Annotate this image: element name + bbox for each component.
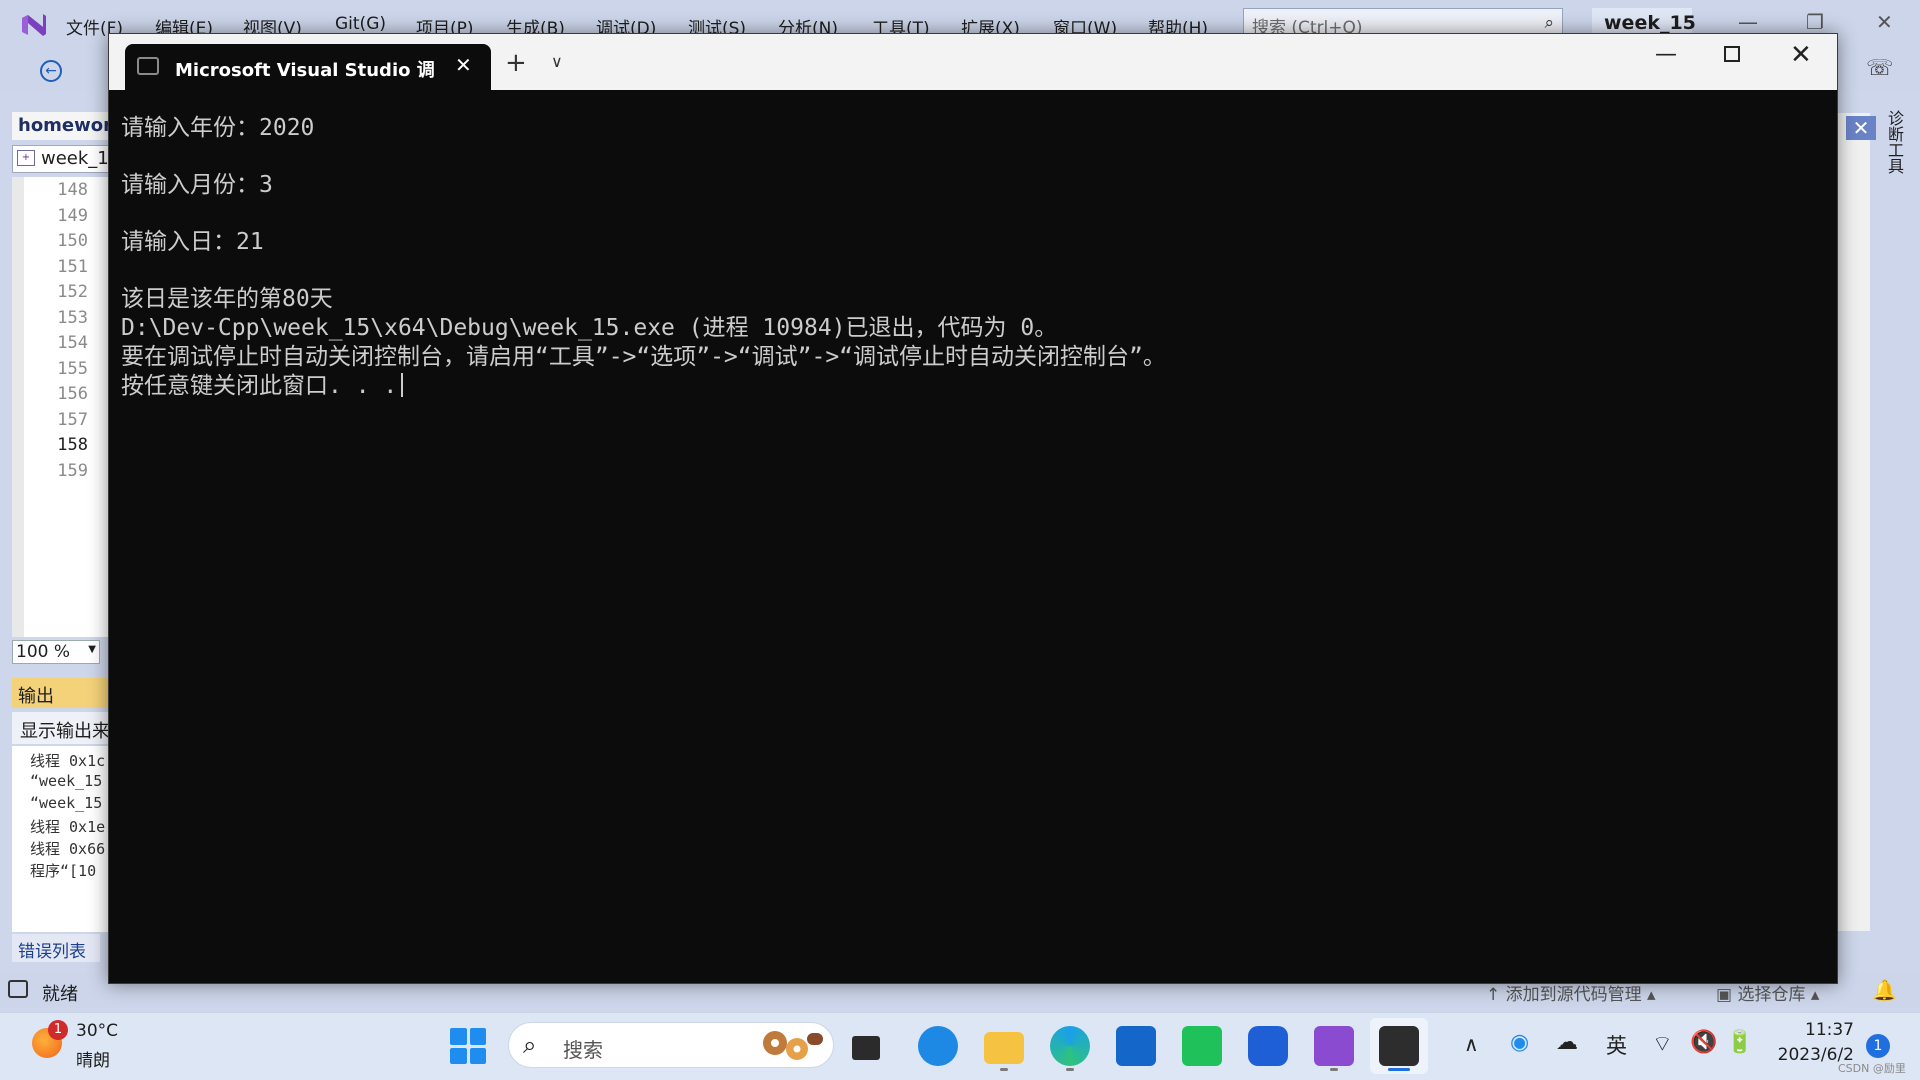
terminal-icon	[137, 57, 159, 75]
chevron-down-icon: ▼	[88, 644, 96, 655]
console-output[interactable]: 请输入年份：2020 请输入月份：3 请输入日：21 该日是该年的第80天 D:…	[121, 94, 1821, 974]
app-tray-icon[interactable]: ◉	[1510, 1030, 1529, 1055]
line-number: 148	[57, 180, 88, 200]
line-number: 153	[57, 307, 88, 328]
vs-minimize-icon[interactable]: —	[1738, 10, 1758, 34]
show-hidden-icons-chevron-icon[interactable]: ∧	[1464, 1032, 1479, 1056]
debug-console-window[interactable]: Microsoft Visual Studio 调试控制台 ✕ + ∨ — ✕ …	[108, 33, 1838, 984]
zoom-selector[interactable]: 100 % ▼	[12, 640, 100, 664]
vs-close-icon[interactable]: ✕	[1876, 10, 1893, 34]
select-repository-label: 选择仓库	[1737, 985, 1806, 1005]
vs-file-selector-label: week_1	[41, 148, 109, 169]
search-icon: ⌕	[523, 1031, 537, 1059]
new-tab-icon[interactable]: +	[505, 48, 527, 78]
output-panel[interactable]: 线程 0x1c “week_15 “week_15 线程 0x1e 线程 0x66 程序“…	[12, 746, 112, 932]
line-number: 157	[57, 409, 88, 430]
file-explorer-running-indicator	[1000, 1068, 1008, 1071]
console-prompt-text: 按任意键关闭此窗口. . .	[121, 373, 398, 399]
watermark-text: CSDN @励里	[1838, 1062, 1906, 1075]
wechat-app-icon[interactable]	[1182, 1026, 1222, 1066]
output-source-label[interactable]: 显示输出来	[12, 712, 112, 744]
onedrive-cloud-icon[interactable]: ☁	[1556, 1030, 1578, 1055]
output-line: “week_15	[30, 772, 103, 790]
windows-logo-tile	[450, 1047, 467, 1064]
output-panel-title: 输出	[12, 678, 112, 708]
lenovo-app-icon[interactable]	[1248, 1026, 1288, 1066]
add-to-source-control-label: 添加到源代码管理	[1505, 985, 1642, 1005]
visual-studio-running-indicator	[1330, 1068, 1338, 1071]
console-tab[interactable]: Microsoft Visual Studio 调试控制台 ✕	[125, 44, 491, 90]
output-line: 程序“[10	[30, 862, 97, 880]
weather-temperature[interactable]: 30°C	[76, 1021, 118, 1041]
taskbar	[0, 1012, 1920, 1080]
edge-app-icon[interactable]	[1050, 1026, 1090, 1066]
edge-legacy-app-icon[interactable]	[918, 1026, 958, 1066]
close-tab-icon[interactable]: ✕	[455, 53, 472, 77]
input-language-indicator[interactable]: 英	[1606, 1030, 1627, 1060]
output-line: 线程 0x66	[30, 840, 106, 858]
vs-restore-icon[interactable]: ❐	[1806, 10, 1824, 34]
speaker-muted-icon[interactable]: 🔇	[1690, 1030, 1717, 1055]
status-message-icon	[8, 980, 28, 998]
weather-badge: 1	[48, 1020, 68, 1040]
battery-charging-icon[interactable]: 🔋	[1726, 1030, 1753, 1055]
windows-logo-tile	[450, 1028, 467, 1045]
output-line: “week_15	[30, 794, 103, 812]
search-highlight-donut-icon	[763, 1031, 823, 1060]
wifi-icon[interactable]: ⌔	[1652, 1030, 1673, 1058]
notification-bell-icon[interactable]: 🔔	[1872, 978, 1897, 1002]
line-number: 150	[57, 231, 88, 251]
start-button[interactable]	[450, 1028, 486, 1064]
notification-count-badge[interactable]: 1	[1866, 1034, 1890, 1058]
file-explorer-app-icon[interactable]	[984, 1032, 1024, 1064]
close-icon[interactable]: ✕	[1846, 116, 1876, 140]
navigate-back-icon[interactable]: ←	[40, 60, 62, 82]
line-number: 152	[57, 282, 88, 302]
cpp-file-icon: +	[17, 150, 35, 166]
text-cursor	[401, 373, 404, 397]
terminal-app-icon[interactable]	[1379, 1026, 1419, 1066]
close-icon[interactable]: ✕	[1790, 40, 1812, 70]
line-number: 155	[57, 358, 88, 379]
taskbar-search-placeholder: 搜索	[563, 1038, 603, 1062]
line-number: 156	[57, 384, 88, 404]
chevron-down-icon[interactable]: ∨	[551, 52, 563, 71]
output-line: 线程 0x1e	[30, 818, 106, 836]
microsoft-store-app-icon[interactable]	[1116, 1026, 1156, 1066]
console-titlebar: Microsoft Visual Studio 调试控制台 ✕ + ∨ — ✕	[109, 34, 1837, 90]
console-line-prompt: 按任意键关闭此窗口. . .	[121, 366, 404, 400]
line-number: 158	[57, 435, 88, 455]
vs-right-panel	[1838, 113, 1870, 931]
edge-running-indicator	[1066, 1068, 1074, 1071]
vs-file-selector[interactable]: + week_1	[12, 145, 112, 173]
console-line-month: 请输入月份：3	[121, 172, 273, 198]
visual-studio-logo-icon	[22, 14, 46, 36]
search-icon: ⌕	[1544, 13, 1554, 33]
line-number: 154	[57, 333, 88, 353]
console-tab-title: Microsoft Visual Studio 调试控制台	[175, 60, 435, 81]
feedback-icon[interactable]: ☏	[1866, 56, 1894, 81]
line-number: 151	[57, 256, 88, 277]
line-number: 159	[57, 460, 88, 481]
visual-studio-app-icon[interactable]	[1314, 1026, 1354, 1066]
tab-error-list[interactable]: 错误列表	[12, 934, 100, 962]
terminal-active-indicator	[1388, 1068, 1410, 1071]
minimize-icon[interactable]: —	[1655, 42, 1677, 67]
console-line-day: 请输入日：21	[121, 229, 264, 255]
taskbar-search-input[interactable]: ⌕ 搜索	[508, 1022, 834, 1068]
tab-diagnostic-tools[interactable]: 诊断工具	[1880, 110, 1906, 190]
status-text: 就绪	[42, 984, 78, 1005]
windows-logo-tile	[469, 1047, 486, 1064]
file-manager-app-icon[interactable]	[852, 1036, 880, 1060]
output-line: 线程 0x1c	[30, 752, 106, 770]
zoom-value: 100 %	[16, 642, 71, 662]
vs-document-tab[interactable]: homework	[12, 112, 112, 140]
clock-time[interactable]: 11:37	[1774, 1020, 1854, 1040]
weather-description[interactable]: 晴朗	[76, 1046, 110, 1071]
console-line-year: 请输入年份：2020	[121, 115, 315, 141]
windows-logo-tile	[469, 1028, 486, 1045]
line-number: 149	[57, 205, 88, 226]
maximize-icon[interactable]	[1724, 46, 1740, 62]
menu-git[interactable]: Git(G)	[335, 14, 386, 34]
